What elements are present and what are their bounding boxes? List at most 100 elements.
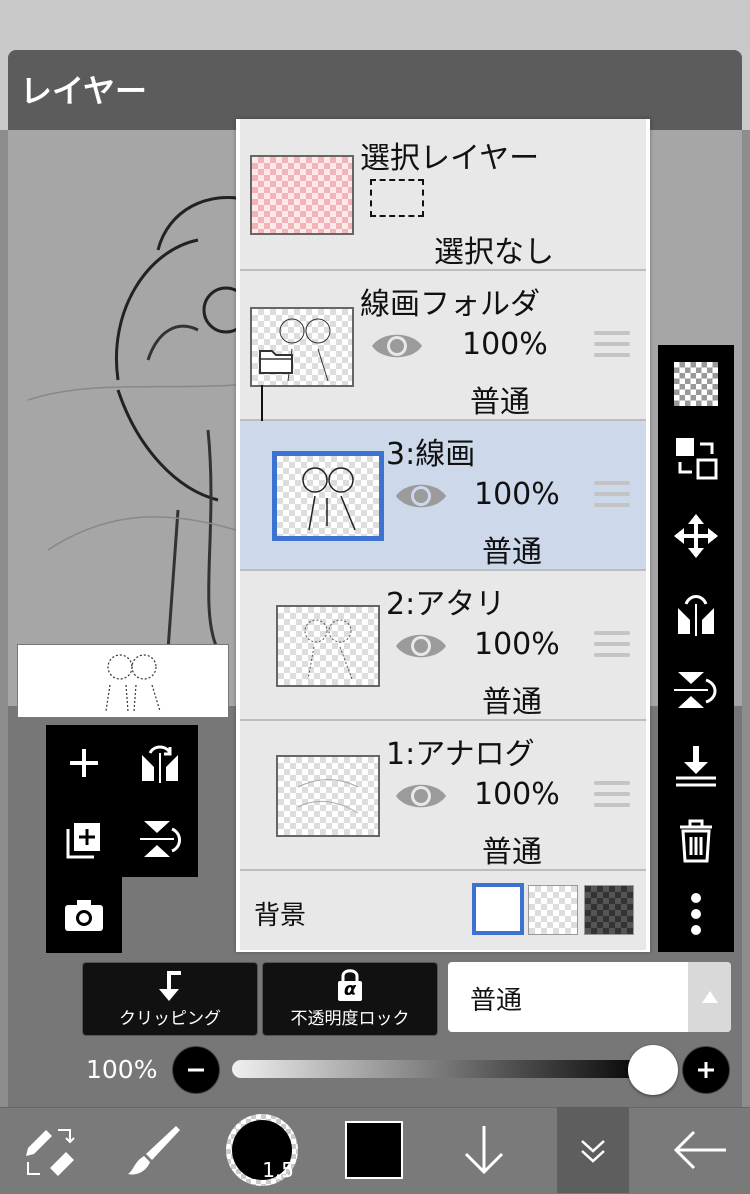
double-chevron-down-icon	[581, 1140, 605, 1163]
layer-3-thumbnail-image	[302, 467, 356, 531]
opacity-increase-button[interactable]	[682, 1046, 730, 1094]
camera-icon	[65, 900, 103, 931]
layer-name: 3:線画	[386, 437, 476, 472]
brush-tool-button[interactable]	[104, 1107, 204, 1193]
flip-vertical-button[interactable]	[658, 655, 734, 725]
layer-thumbnail	[276, 755, 380, 837]
status-area	[0, 0, 750, 50]
clipping-label: クリッピング	[119, 1009, 221, 1029]
alpha-lock-button[interactable]: α 不透明度ロック	[262, 962, 438, 1036]
layer-panel: 選択レイヤー 選択なし 線画フォルダ 100% 普通 3:線画 100% 普通 …	[236, 119, 650, 952]
plus-icon	[70, 749, 98, 777]
camera-button[interactable]	[46, 877, 122, 953]
background-transparent-option[interactable]	[528, 885, 578, 935]
layer-row-folder[interactable]: 線画フォルダ 100% 普通	[240, 271, 646, 421]
layer-name: 線画フォルダ	[360, 287, 540, 322]
opacity-slider-track[interactable]	[232, 1060, 652, 1078]
layer-blend-mode: 普通	[482, 835, 542, 870]
delete-layer-button[interactable]	[658, 805, 734, 875]
merge-down-icon	[676, 746, 716, 787]
layer-row-2[interactable]: 2:アタリ 100% 普通	[240, 571, 646, 721]
back-button[interactable]	[650, 1107, 750, 1193]
add-layer-button[interactable]	[46, 725, 122, 801]
brush-icon	[128, 1126, 180, 1175]
flip-horizontal-button[interactable]	[658, 579, 734, 649]
opacity-decrease-button[interactable]	[172, 1046, 220, 1094]
folder-icon	[259, 350, 293, 374]
duplicate-layer-button[interactable]	[46, 801, 122, 877]
current-color-swatch	[345, 1121, 403, 1179]
more-vertical-icon	[691, 893, 701, 935]
more-options-button[interactable]	[658, 879, 734, 949]
flip-horizontal-icon	[678, 595, 714, 636]
minus-icon	[188, 1068, 204, 1072]
tool-switch-button[interactable]	[0, 1107, 100, 1193]
plus-icon	[698, 1062, 714, 1078]
layer-blend-mode: 普通	[470, 385, 530, 420]
blend-mode-dropdown-arrow[interactable]	[688, 962, 731, 1032]
preview-sketch-image	[105, 654, 161, 712]
layer-1-thumbnail-image	[297, 779, 359, 814]
move-button[interactable]	[658, 501, 734, 571]
flip-horizontal-icon	[142, 745, 178, 783]
transparency-button[interactable]	[658, 349, 734, 419]
selection-status: 選択なし	[434, 235, 554, 270]
drag-handle-icon[interactable]	[594, 481, 630, 511]
color-picker-button[interactable]	[324, 1107, 424, 1193]
background-row: 背景	[240, 871, 646, 950]
drag-handle-icon[interactable]	[594, 631, 630, 661]
pen-eraser-switch-icon	[26, 1129, 75, 1176]
layer-name: 2:アタリ	[386, 587, 506, 622]
blend-mode-select[interactable]: 普通	[448, 962, 731, 1032]
opacity-value: 100%	[86, 1055, 158, 1084]
flip-vertical-icon	[140, 821, 181, 857]
layer-row-3[interactable]: 3:線画 100% 普通	[240, 421, 646, 571]
layer-opacity: 100%	[462, 327, 548, 362]
layer-2-thumbnail-image	[304, 619, 353, 680]
layer-blend-mode: 普通	[482, 685, 542, 720]
duplicate-icon	[66, 823, 100, 859]
selection-layer-name: 選択レイヤー	[360, 141, 540, 176]
layer-opacity: 100%	[474, 627, 560, 662]
merge-down-button[interactable]	[658, 731, 734, 801]
collapse-panel-button[interactable]	[543, 1107, 643, 1193]
clipping-arrow-icon	[159, 971, 181, 1001]
flip-vertical-icon	[674, 672, 717, 708]
right-toolbar	[658, 345, 734, 952]
drag-handle-icon[interactable]	[594, 781, 630, 811]
drag-handle-icon[interactable]	[594, 331, 630, 361]
selection-layer-row[interactable]: 選択レイヤー 選択なし	[240, 119, 646, 271]
layer-thumbnail	[276, 605, 380, 687]
eye-icon[interactable]	[394, 479, 448, 513]
background-white-option[interactable]	[472, 883, 524, 935]
blend-mode-value: 普通	[470, 986, 523, 1016]
layer-row-1[interactable]: 1:アナログ 100% 普通	[240, 721, 646, 871]
opacity-slider-knob[interactable]	[628, 1045, 678, 1095]
brush-size-value: 1.5	[262, 1158, 294, 1182]
brush-size-preview: 1.5	[226, 1114, 298, 1186]
swap-layer-button[interactable]	[658, 423, 734, 493]
eye-icon[interactable]	[394, 629, 448, 663]
selection-marquee-icon	[370, 179, 424, 217]
clipping-button[interactable]: クリッピング	[82, 962, 258, 1036]
panel-title: レイヤー	[20, 72, 148, 110]
alpha-lock-label: 不透明度ロック	[290, 1009, 410, 1029]
background-dark-option[interactable]	[584, 885, 634, 935]
brush-size-button[interactable]: 1.5	[212, 1107, 312, 1193]
background-label: 背景	[254, 901, 307, 931]
trash-icon	[680, 819, 712, 863]
layer-tools	[46, 725, 198, 953]
move-icon	[674, 514, 718, 558]
swap-icon	[676, 438, 718, 480]
down-arrow-button[interactable]	[434, 1107, 534, 1193]
flip-horizontal-button[interactable]	[122, 725, 198, 801]
eye-icon[interactable]	[394, 779, 448, 813]
layer-thumbnail	[272, 451, 384, 541]
eye-icon[interactable]	[370, 329, 424, 363]
arrow-down-icon	[464, 1126, 504, 1175]
layer-opacity: 100%	[474, 777, 560, 812]
arrow-left-icon	[673, 1130, 726, 1170]
canvas-preview[interactable]	[17, 644, 229, 718]
flip-vertical-button[interactable]	[122, 801, 198, 877]
layer-opacity: 100%	[474, 477, 560, 512]
